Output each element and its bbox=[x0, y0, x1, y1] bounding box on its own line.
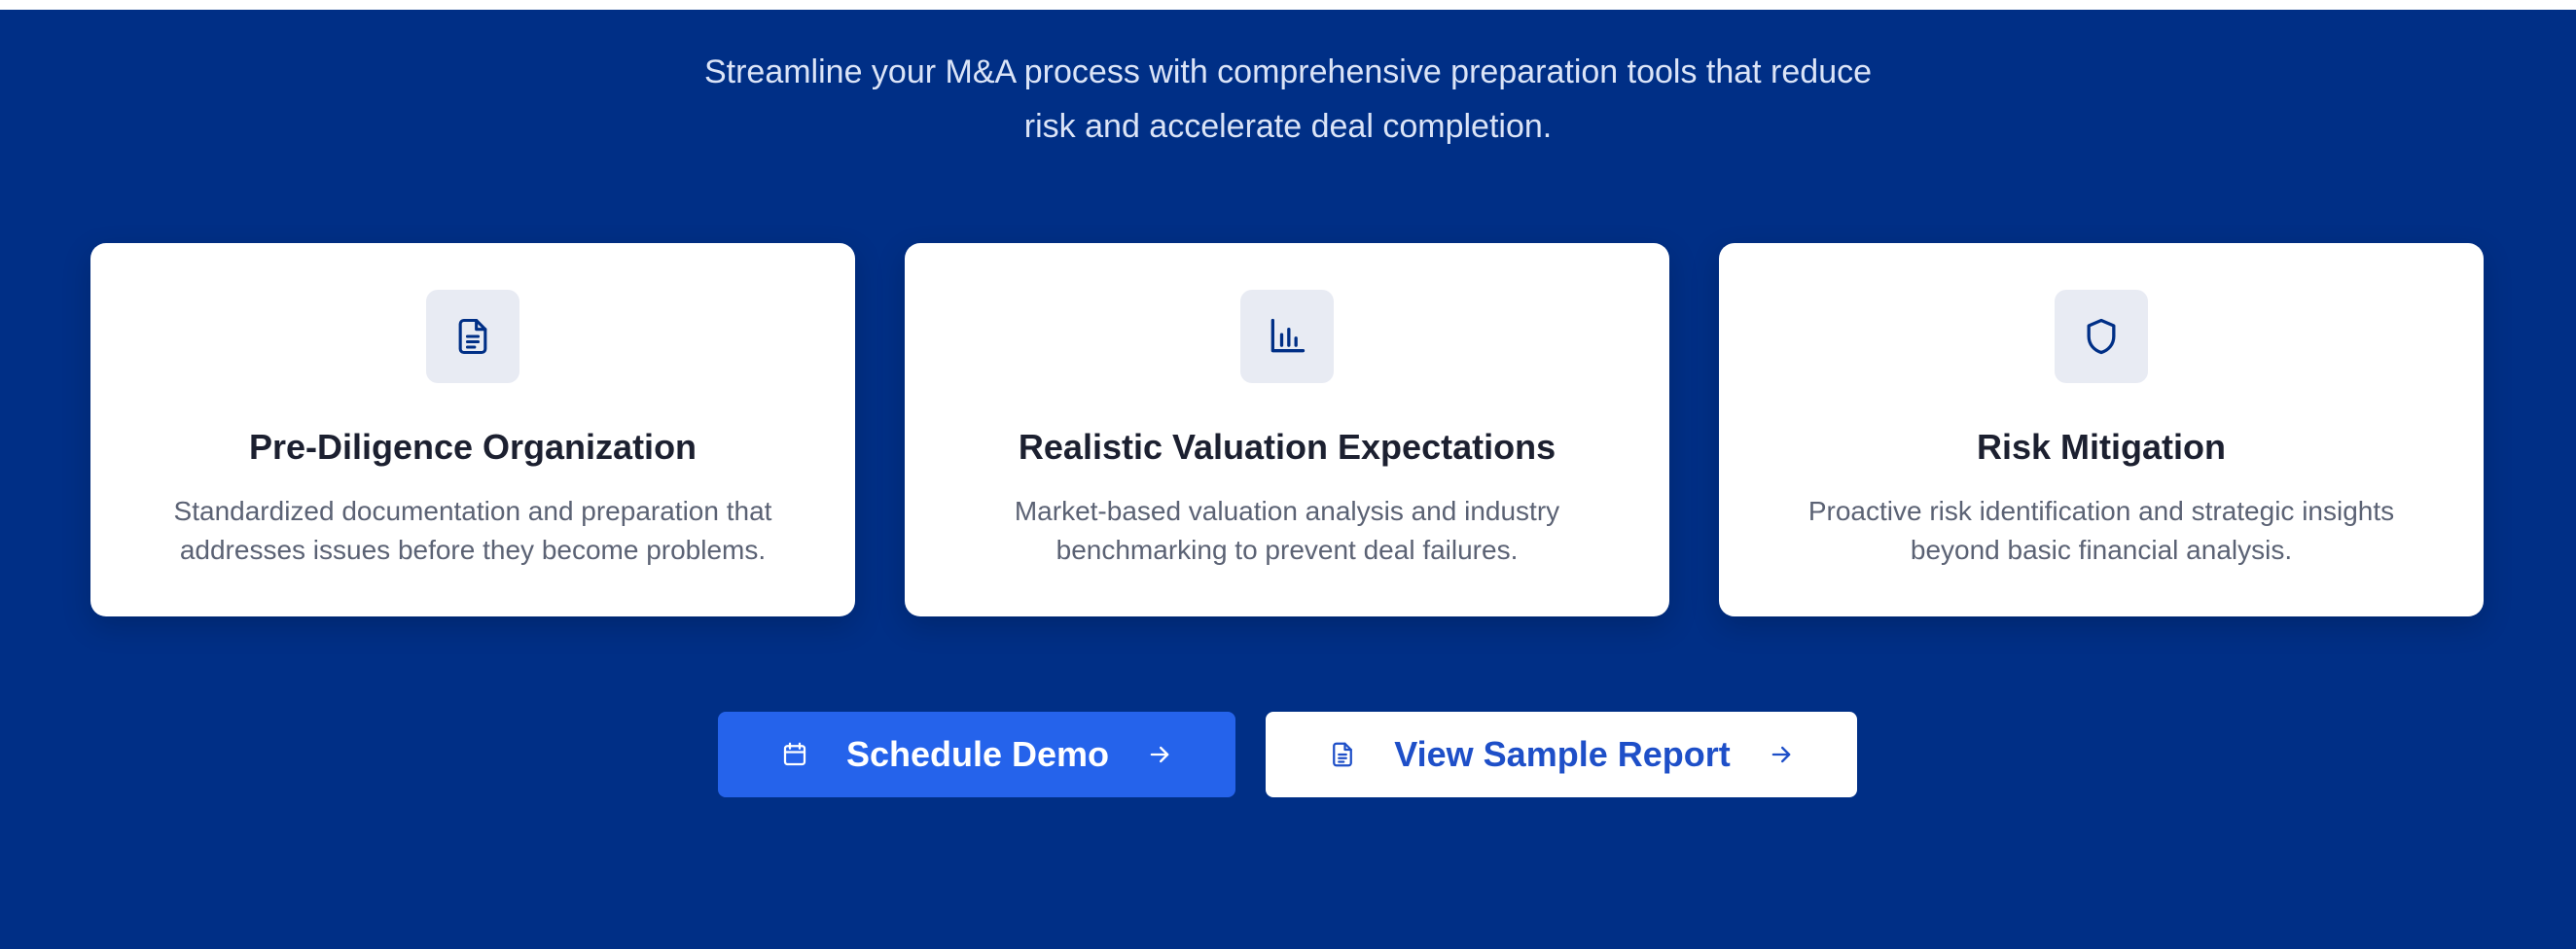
calendar-icon bbox=[780, 740, 809, 769]
schedule-demo-button[interactable]: Schedule Demo bbox=[718, 712, 1235, 797]
shield-icon bbox=[2055, 290, 2148, 383]
schedule-demo-label: Schedule Demo bbox=[845, 734, 1110, 774]
document-icon bbox=[1328, 740, 1357, 769]
hero-subtitle-line-1: Streamline your M&A process with compreh… bbox=[703, 53, 1873, 90]
arrow-right-icon bbox=[1768, 741, 1795, 768]
feature-description: Standardized documentation and preparati… bbox=[149, 492, 797, 570]
feature-card-pre-diligence: Pre-Diligence Organization Standardized … bbox=[90, 243, 855, 616]
bar-chart-icon bbox=[1240, 290, 1334, 383]
feature-description-line-2: beyond basic financial analysis. bbox=[1910, 535, 2293, 565]
feature-card-valuation: Realistic Valuation Expectations Market-… bbox=[905, 243, 1669, 616]
hero-section: Streamline your M&A process with compreh… bbox=[0, 10, 2576, 949]
feature-description: Market-based valuation analysis and indu… bbox=[963, 492, 1611, 570]
feature-title: Risk Mitigation bbox=[1976, 427, 2226, 467]
feature-description: Proactive risk identification and strate… bbox=[1777, 492, 2425, 570]
feature-card-risk: Risk Mitigation Proactive risk identific… bbox=[1719, 243, 2484, 616]
document-icon bbox=[426, 290, 519, 383]
feature-description-line-1: Proactive risk identification and strate… bbox=[1807, 496, 2395, 526]
feature-description-line-1: Standardized documentation and preparati… bbox=[173, 496, 772, 526]
feature-description-line-1: Market-based valuation analysis and indu… bbox=[1014, 496, 1560, 526]
hero-subtitle: Streamline your M&A process with compreh… bbox=[558, 45, 2018, 154]
arrow-right-icon bbox=[1146, 741, 1173, 768]
feature-title: Pre-Diligence Organization bbox=[248, 427, 698, 467]
view-sample-report-label: View Sample Report bbox=[1394, 734, 1731, 774]
feature-description-line-2: addresses issues before they become prob… bbox=[179, 535, 767, 565]
feature-description-line-2: benchmarking to prevent deal failures. bbox=[1055, 535, 1519, 565]
feature-title: Realistic Valuation Expectations bbox=[1018, 427, 1556, 467]
view-sample-report-button[interactable]: View Sample Report bbox=[1266, 712, 1857, 797]
hero-subtitle-line-2: risk and accelerate deal completion. bbox=[1023, 108, 1553, 145]
